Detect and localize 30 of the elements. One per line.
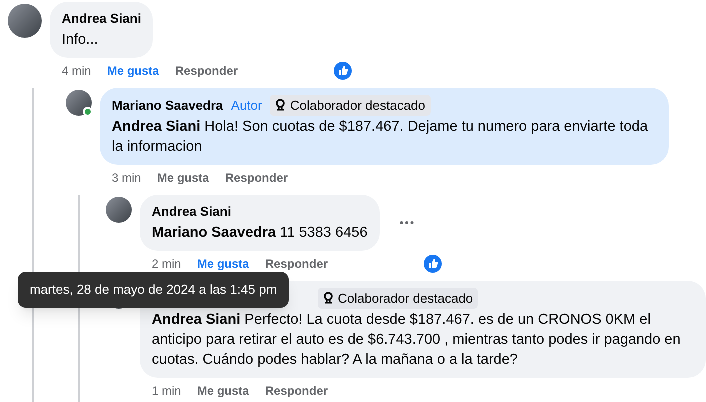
- like-link[interactable]: Me gusta: [107, 62, 160, 80]
- comment-time[interactable]: 3 min: [112, 169, 142, 187]
- like-link[interactable]: Me gusta: [157, 169, 210, 187]
- comment-text: Mariano Saavedra 11 5383 6456: [152, 224, 368, 242]
- comment-text: Info...: [62, 30, 100, 50]
- author-name[interactable]: Andrea Siani: [62, 9, 142, 28]
- contributor-badge[interactable]: Colaborador destacado: [270, 94, 431, 116]
- author-name[interactable]: Mariano Saavedra: [112, 96, 224, 115]
- like-link[interactable]: Me gusta: [197, 254, 250, 272]
- award-icon: [275, 99, 286, 112]
- timestamp-tooltip: martes, 28 de mayo de 2024 a las 1:45 pm: [18, 272, 290, 308]
- comment-text: Andrea Siani Perfecto! La cuota desde $187.467. es de un CRONOS 0KM el anticipo para retirar el auto es de $6.743.700 , mientras tanto podes ir pagando en cuotas. Cuándo podes hablar? A la mañana o a la tarde?: [152, 311, 682, 370]
- reply-link[interactable]: Responder: [265, 254, 328, 272]
- avatar[interactable]: [8, 4, 42, 38]
- avatar[interactable]: [106, 197, 132, 223]
- comment-time[interactable]: 4 min: [62, 62, 92, 80]
- comment-time[interactable]: 2 min: [152, 254, 182, 272]
- thumbs-up-icon: [334, 62, 352, 80]
- thumbs-up-icon: [424, 254, 442, 272]
- award-icon: [323, 292, 334, 304]
- reply-link[interactable]: Responder: [265, 382, 328, 400]
- author-name[interactable]: Andrea Siani: [152, 202, 232, 222]
- reply-link[interactable]: Responder: [175, 62, 238, 80]
- author-tag: Autor: [231, 96, 262, 115]
- comment-text: Andrea Siani Hola! Son cuotas de $187.467. Dejame tu numero para enviarte toda la informacion: [112, 118, 650, 157]
- reply-link[interactable]: Responder: [225, 169, 288, 187]
- like-link[interactable]: Me gusta: [197, 382, 250, 400]
- contributor-badge[interactable]: Colaborador destacado: [318, 288, 478, 309]
- comment-time[interactable]: 1 min: [152, 382, 182, 400]
- avatar[interactable]: [66, 90, 92, 116]
